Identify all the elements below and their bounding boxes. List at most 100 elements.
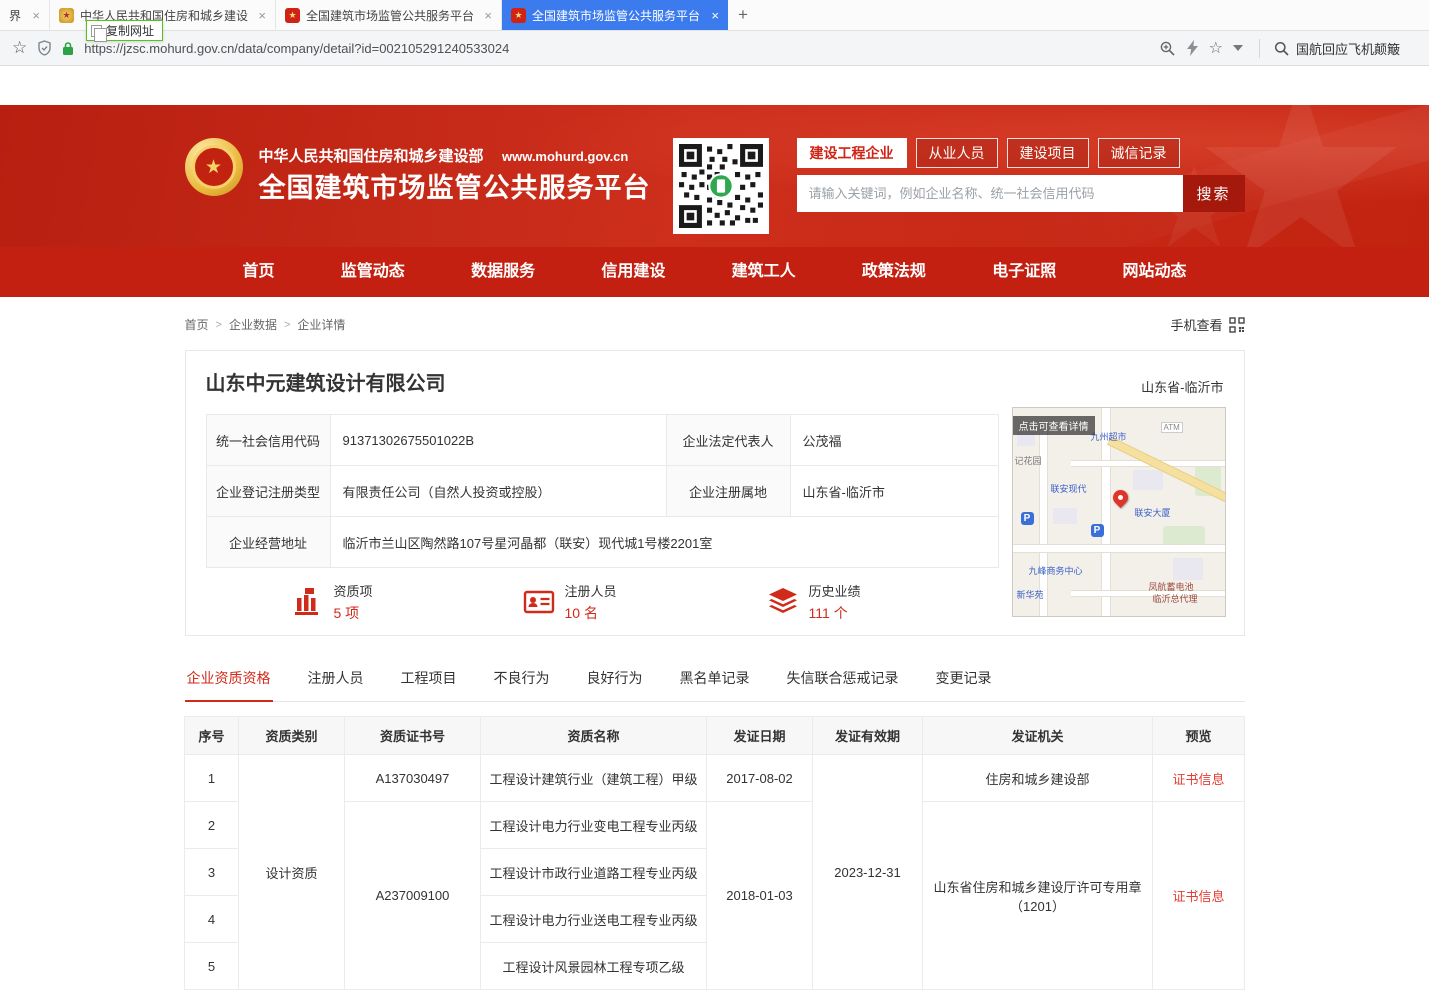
col-issue-date: 发证日期 bbox=[707, 717, 813, 755]
col-category: 资质类别 bbox=[239, 717, 345, 755]
ministry-name: 中华人民共和国住房和城乡建设部 bbox=[259, 148, 484, 165]
company-info-table: 统一社会信用代码 91371302675501022B 企业法定代表人 公茂福 … bbox=[206, 414, 999, 568]
nav-item-supervision-news[interactable]: 监管动态 bbox=[341, 247, 405, 297]
reg-place-label: 企业注册属地 bbox=[666, 466, 790, 517]
nav-item-data-service[interactable]: 数据服务 bbox=[471, 247, 535, 297]
validity-cell: 2023-12-31 bbox=[813, 755, 923, 990]
stat-registered-staff[interactable]: 注册人员 10 名 bbox=[523, 581, 617, 623]
qual-name-cell: 工程设计风景园林工程专项乙级 bbox=[481, 943, 707, 990]
reg-type-value: 有限责任公司（自然人投资或控股） bbox=[330, 466, 666, 517]
credit-code-label: 统一社会信用代码 bbox=[206, 415, 330, 466]
stat-label: 注册人员 bbox=[565, 581, 617, 600]
seq-cell: 1 bbox=[185, 755, 239, 802]
col-cert-no: 资质证书号 bbox=[345, 717, 481, 755]
stat-qualifications[interactable]: 资质项 5 项 bbox=[292, 581, 373, 623]
credit-code-value: 91371302675501022B bbox=[330, 415, 666, 466]
cert-no-cell: A237009100 bbox=[345, 802, 481, 990]
jzsc-favicon-icon: ★ bbox=[285, 8, 300, 23]
browser-tab-3-active[interactable]: ★ 全国建筑市场监管公共服务平台 × bbox=[502, 0, 728, 30]
nav-item-workers[interactable]: 建筑工人 bbox=[732, 247, 796, 297]
mobile-view-label: 手机查看 bbox=[1170, 315, 1222, 334]
search-tab-project[interactable]: 建设项目 bbox=[1007, 138, 1089, 168]
site-safety-icon[interactable] bbox=[37, 40, 52, 56]
breadcrumb-home[interactable]: 首页 bbox=[185, 316, 209, 333]
map-poi: 九峰商务中心 bbox=[1029, 564, 1083, 577]
category-cell: 设计资质 bbox=[239, 755, 345, 990]
close-icon[interactable]: × bbox=[484, 8, 492, 23]
qual-name-cell: 工程设计电力行业变电工程专业丙级 bbox=[481, 802, 707, 849]
cert-info-link[interactable]: 证书信息 bbox=[1172, 772, 1224, 787]
search-tab-practitioner[interactable]: 从业人员 bbox=[916, 138, 998, 168]
browser-tab-0[interactable]: 界 × bbox=[0, 0, 50, 30]
legal-rep-value: 公茂福 bbox=[790, 415, 998, 466]
breadcrumb-company-detail: 企业详情 bbox=[297, 316, 345, 333]
tab-blacklist[interactable]: 黑名单记录 bbox=[678, 660, 752, 701]
legal-rep-label: 企业法定代表人 bbox=[666, 415, 790, 466]
company-card: 山东中元建筑设计有限公司 山东省-临沂市 统一社会信用代码 9137130267… bbox=[185, 350, 1245, 636]
chevron-down-icon[interactable] bbox=[1233, 45, 1243, 51]
nav-item-credit[interactable]: 信用建设 bbox=[601, 247, 665, 297]
lightning-icon[interactable] bbox=[1186, 40, 1199, 56]
col-preview: 预览 bbox=[1153, 717, 1245, 755]
close-icon[interactable]: × bbox=[32, 8, 40, 23]
new-tab-button[interactable]: + bbox=[728, 0, 758, 30]
nav-item-home[interactable]: 首页 bbox=[243, 247, 275, 297]
seq-cell: 4 bbox=[185, 896, 239, 943]
nav-item-site-news[interactable]: 网站动态 bbox=[1122, 247, 1186, 297]
hot-search-box[interactable]: 国航回应飞机颠簸 bbox=[1259, 39, 1417, 58]
browser-tab-2[interactable]: ★ 全国建筑市场监管公共服务平台 × bbox=[276, 0, 502, 30]
close-icon[interactable]: × bbox=[711, 8, 719, 23]
cert-info-link[interactable]: 证书信息 bbox=[1172, 889, 1224, 904]
jzsc-favicon-icon: ★ bbox=[511, 8, 526, 23]
breadcrumb-company-data[interactable]: 企业数据 bbox=[229, 316, 277, 333]
tab-dishonesty-record[interactable]: 失信联合惩戒记录 bbox=[785, 660, 901, 701]
col-name: 资质名称 bbox=[481, 717, 707, 755]
qual-name-cell: 工程设计电力行业送电工程专业丙级 bbox=[481, 896, 707, 943]
close-icon[interactable]: × bbox=[258, 8, 266, 23]
tab-good-behavior[interactable]: 良好行为 bbox=[585, 660, 645, 701]
map-road bbox=[1013, 544, 1225, 553]
https-lock-icon[interactable] bbox=[62, 41, 74, 56]
qual-name-cell: 工程设计建筑行业（建筑工程）甲级 bbox=[481, 755, 707, 802]
authority-cell: 住房和城乡建设部 bbox=[923, 755, 1153, 802]
company-location-map[interactable]: 点击可查看详情 九州超市 ATM 记花园 联安现代 联安大厦 九峰商务中心 新华… bbox=[1012, 407, 1226, 617]
parking-icon: P bbox=[1021, 512, 1034, 525]
tab-projects[interactable]: 工程项目 bbox=[399, 660, 459, 701]
mobile-view-button[interactable]: 手机查看 bbox=[1170, 315, 1244, 334]
preview-cell: 证书信息 bbox=[1153, 802, 1245, 990]
section-tabs: 企业资质资格 注册人员 工程项目 不良行为 良好行为 黑名单记录 失信联合惩戒记… bbox=[185, 660, 1245, 702]
address-label: 企业经营地址 bbox=[206, 517, 330, 568]
map-poi: ATM bbox=[1161, 422, 1183, 433]
search-tab-enterprise[interactable]: 建设工程企业 bbox=[797, 138, 907, 168]
map-building bbox=[1133, 470, 1163, 490]
parking-icon: P bbox=[1091, 524, 1104, 537]
col-validity: 发证有效期 bbox=[813, 717, 923, 755]
seq-cell: 2 bbox=[185, 802, 239, 849]
search-button[interactable]: 搜索 bbox=[1183, 175, 1245, 212]
tab-qualifications[interactable]: 企业资质资格 bbox=[185, 660, 273, 702]
qualification-table: 序号 资质类别 资质证书号 资质名称 发证日期 发证有效期 发证机关 预览 1 … bbox=[184, 716, 1245, 990]
zoom-icon[interactable] bbox=[1159, 40, 1176, 57]
issue-date-cell: 2017-08-02 bbox=[707, 755, 813, 802]
keyword-input[interactable] bbox=[797, 175, 1183, 212]
tab-change-record[interactable]: 变更记录 bbox=[934, 660, 994, 701]
nav-item-policy[interactable]: 政策法规 bbox=[862, 247, 926, 297]
nav-item-e-license[interactable]: 电子证照 bbox=[992, 247, 1056, 297]
breadcrumb: 首页 > 企业数据 > 企业详情 手机查看 bbox=[185, 315, 1245, 334]
address-value: 临沂市兰山区陶然路107号星河晶都（联安）现代城1号楼2201室 bbox=[330, 517, 998, 568]
preview-cell: 证书信息 bbox=[1153, 755, 1245, 802]
favorite-star-icon[interactable]: ☆ bbox=[1209, 38, 1223, 58]
url-text[interactable]: https://jzsc.mohurd.gov.cn/data/company/… bbox=[84, 41, 1148, 56]
map-poi: 临沂总代理 bbox=[1153, 592, 1198, 605]
copy-url-tooltip: 复制网址 bbox=[86, 20, 163, 41]
stat-history-performance[interactable]: 历史业绩 111 个 bbox=[767, 581, 861, 623]
tab-registered-staff[interactable]: 注册人员 bbox=[306, 660, 366, 701]
bookmark-star-icon[interactable]: ☆ bbox=[12, 38, 27, 58]
table-row: 1 设计资质 A137030497 工程设计建筑行业（建筑工程）甲级 2017-… bbox=[185, 755, 1245, 802]
ministry-website: www.mohurd.gov.cn bbox=[502, 149, 628, 164]
ministry-line: 中华人民共和国住房和城乡建设部 www.mohurd.gov.cn bbox=[259, 145, 629, 166]
map-poi: 记花园 bbox=[1015, 454, 1042, 467]
search-tab-credit[interactable]: 诚信记录 bbox=[1098, 138, 1180, 168]
reg-type-label: 企业登记注册类型 bbox=[206, 466, 330, 517]
tab-bad-behavior[interactable]: 不良行为 bbox=[492, 660, 552, 701]
